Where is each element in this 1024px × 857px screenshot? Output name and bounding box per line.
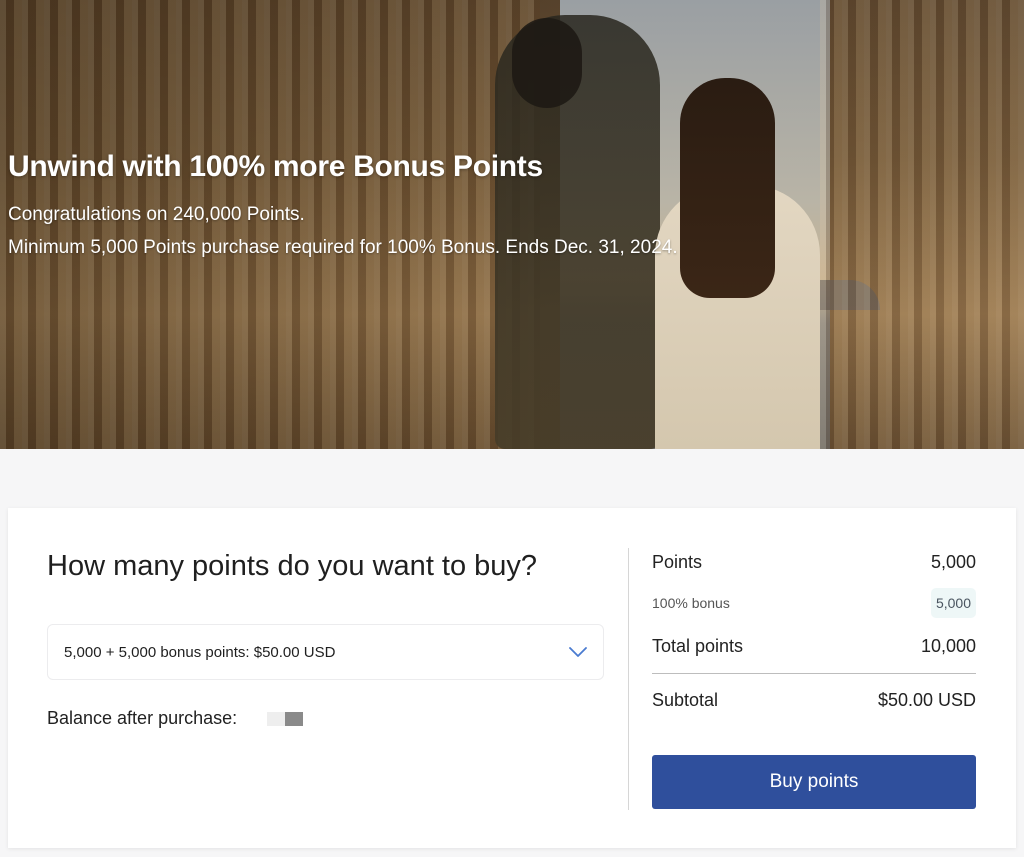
column-divider [628,548,629,810]
subtotal-label: Subtotal [652,690,719,710]
hero-banner: Unwind with 100% more Bonus Points Congr… [0,0,1024,449]
balance-after-purchase: Balance after purchase: [47,708,304,729]
subtotal-value: $50.00 USD [877,690,976,710]
bonus-value-badge: 5,000 [930,588,976,618]
balance-label: Balance after purchase: [47,708,238,728]
bonus-label: 100% bonus [652,595,730,611]
summary-row-subtotal: Subtotal $50.00 USD [652,690,976,711]
page: Unwind with 100% more Bonus Points Congr… [0,0,1024,857]
hero-man-head [512,18,582,108]
points-value: 5,000 [930,552,976,572]
order-summary: Points 5,000 100% bonus 5,000 Total poin… [652,508,976,848]
points-package-select[interactable]: 5,000 + 5,000 bonus points: $50.00 USD [47,624,604,680]
hero-text: Unwind with 100% more Bonus Points Congr… [8,150,678,264]
hero-curtain-right [820,0,1024,449]
buy-points-button[interactable]: Buy points [652,755,976,809]
total-points-label: Total points [652,636,744,656]
points-package-value: 5,000 + 5,000 bonus points: $50.00 USD [64,643,336,661]
summary-row-bonus: 100% bonus 5,000 [652,588,976,618]
chevron-down-icon [569,643,587,661]
hero-title: Unwind with 100% more Bonus Points [8,150,543,183]
total-points-value: 10,000 [920,636,976,656]
points-label: Points [652,552,703,572]
purchase-card: How many points do you want to buy? 5,00… [8,508,1016,848]
hero-terms-line: Minimum 5,000 Points purchase required f… [8,237,678,258]
purchase-form: How many points do you want to buy? 5,00… [47,508,607,848]
summary-row-total: Total points 10,000 [652,636,976,657]
hero-subtitle: Congratulations on 240,000 Points. Minim… [8,198,678,264]
balance-value-redacted [267,711,304,726]
purchase-question: How many points do you want to buy? [47,550,538,582]
hero-woman-hair [680,78,775,298]
summary-divider [652,673,976,674]
summary-row-points: Points 5,000 [652,552,976,573]
hero-congrats-line: Congratulations on 240,000 Points. [8,204,305,225]
